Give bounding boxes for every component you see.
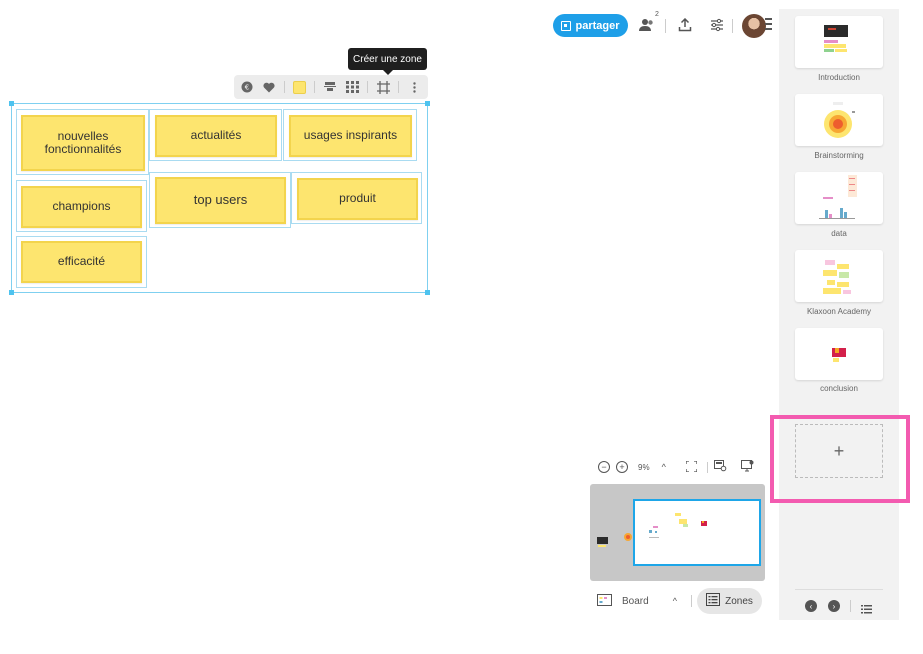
settings-sliders-icon bbox=[711, 18, 723, 32]
zoom-out-icon[interactable]: − bbox=[598, 461, 610, 473]
sticky-note[interactable]: nouvelles fonctionnalités bbox=[21, 115, 145, 171]
slide-label: Introduction bbox=[818, 73, 860, 82]
divider bbox=[284, 81, 285, 93]
divider bbox=[850, 600, 851, 612]
slide-thumbnail[interactable] bbox=[795, 94, 883, 146]
zones-icon bbox=[706, 593, 721, 609]
share-label: partager bbox=[575, 19, 620, 32]
zones-label: Zones bbox=[725, 595, 753, 607]
zoom-in-icon[interactable]: + bbox=[616, 461, 628, 473]
upload-button[interactable] bbox=[674, 14, 696, 36]
slide-preview-icon bbox=[823, 260, 851, 294]
previous-icon[interactable]: ‹ bbox=[805, 600, 817, 612]
slide-label: Klaxoon Academy bbox=[806, 307, 872, 316]
divider bbox=[732, 19, 733, 33]
highlight-box bbox=[770, 415, 910, 503]
align-icon[interactable] bbox=[323, 80, 337, 94]
qr-icon bbox=[561, 20, 572, 31]
divider bbox=[706, 461, 708, 473]
more-icon[interactable] bbox=[407, 80, 421, 94]
share-button[interactable]: partager bbox=[553, 14, 628, 37]
next-icon[interactable]: › bbox=[828, 600, 840, 612]
board-label: Board bbox=[622, 595, 649, 607]
resize-handle[interactable] bbox=[425, 101, 430, 106]
board-icon bbox=[597, 593, 612, 609]
slide-thumbnail[interactable] bbox=[795, 250, 883, 302]
divider bbox=[314, 81, 315, 93]
slide-thumbnail[interactable] bbox=[795, 16, 883, 68]
resize-handle[interactable] bbox=[425, 290, 430, 295]
list-icon[interactable] bbox=[861, 601, 872, 619]
board-switcher[interactable]: Board ^ bbox=[597, 590, 692, 612]
zoom-controls: − + 9% ^ bbox=[598, 458, 754, 476]
slide-thumbnail[interactable] bbox=[795, 328, 883, 380]
sticky-note[interactable]: produit bbox=[297, 178, 418, 220]
slide-preview-icon bbox=[819, 175, 857, 219]
resize-handle[interactable] bbox=[9, 290, 14, 295]
minimap-viewport[interactable] bbox=[633, 499, 761, 566]
heart-icon[interactable] bbox=[262, 80, 276, 94]
zones-button[interactable]: Zones bbox=[697, 588, 762, 614]
sticky-note[interactable]: actualités bbox=[155, 115, 277, 157]
chevron-up-icon[interactable]: ^ bbox=[673, 596, 677, 606]
divider bbox=[398, 81, 399, 93]
settings-button[interactable] bbox=[706, 14, 728, 36]
reaction-icon[interactable]: € bbox=[240, 80, 254, 94]
minimap-viewport-content bbox=[649, 513, 707, 538]
svg-text:€: € bbox=[245, 84, 249, 92]
chevron-up-icon[interactable]: ^ bbox=[662, 462, 666, 472]
zoom-level[interactable]: 9% bbox=[638, 463, 650, 472]
slide-preview-icon bbox=[824, 102, 855, 138]
upload-icon bbox=[678, 18, 692, 32]
slide-label: conclusion bbox=[820, 384, 858, 393]
frame-icon[interactable] bbox=[376, 80, 390, 94]
grid-icon[interactable] bbox=[345, 80, 359, 94]
divider bbox=[690, 595, 692, 607]
slide-label: Brainstorming bbox=[814, 151, 864, 160]
divider bbox=[795, 589, 883, 590]
slide-preview-icon bbox=[824, 25, 848, 52]
sticky-note[interactable]: top users bbox=[155, 177, 286, 224]
selection-toolbar: € bbox=[234, 75, 428, 99]
resize-handle[interactable] bbox=[9, 101, 14, 106]
avatar[interactable] bbox=[742, 14, 766, 38]
present-icon[interactable] bbox=[740, 460, 754, 474]
fullscreen-icon[interactable] bbox=[685, 459, 698, 474]
tooltip: Créer une zone bbox=[348, 48, 427, 75]
color-swatch-icon[interactable] bbox=[293, 80, 306, 94]
divider bbox=[367, 81, 368, 93]
minimap[interactable] bbox=[590, 484, 765, 581]
sticky-note[interactable]: efficacité bbox=[21, 241, 142, 283]
users-icon bbox=[639, 19, 653, 31]
slide-label: data bbox=[831, 229, 847, 238]
menu-icon[interactable] bbox=[765, 18, 773, 32]
divider bbox=[665, 19, 666, 33]
search-zone-icon[interactable] bbox=[713, 460, 727, 474]
sticky-note[interactable]: usages inspirants bbox=[289, 115, 412, 157]
slide-thumbnail[interactable] bbox=[795, 172, 883, 224]
users-count: 2 bbox=[655, 11, 659, 18]
slide-preview-icon bbox=[832, 348, 846, 362]
sticky-note[interactable]: champions bbox=[21, 186, 142, 228]
